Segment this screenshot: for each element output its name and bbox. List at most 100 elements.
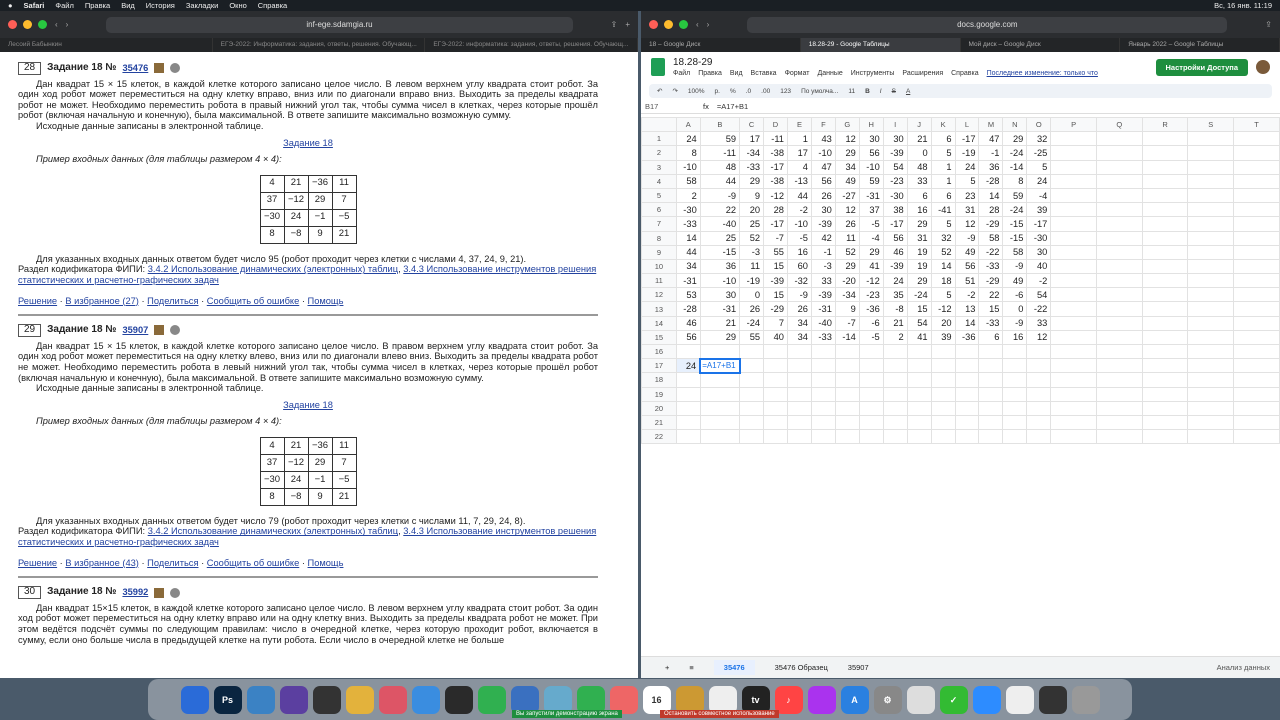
cell[interactable] bbox=[810, 372, 836, 388]
cell[interactable]: 14 bbox=[930, 258, 956, 275]
cell[interactable]: -33 bbox=[739, 159, 765, 175]
minimize-button[interactable] bbox=[23, 20, 32, 29]
cell[interactable] bbox=[1050, 202, 1097, 218]
cell[interactable]: 29 bbox=[858, 244, 884, 260]
cell[interactable]: 17 bbox=[739, 131, 765, 147]
cell[interactable]: 59 bbox=[1002, 187, 1028, 204]
column-header[interactable]: B bbox=[699, 116, 741, 133]
codifier-link[interactable]: 3.4.2 Использование динамических (электр… bbox=[148, 264, 398, 274]
cell[interactable] bbox=[882, 372, 908, 388]
cell[interactable]: 40 bbox=[1026, 258, 1052, 275]
cell[interactable]: -34 bbox=[834, 287, 860, 303]
menu-view[interactable]: Вид bbox=[730, 70, 743, 77]
column-header[interactable]: I bbox=[882, 116, 908, 133]
cell[interactable] bbox=[1233, 273, 1280, 289]
cell[interactable]: 1 bbox=[786, 131, 812, 147]
cell[interactable]: 30 bbox=[858, 131, 884, 147]
cell[interactable] bbox=[1095, 145, 1143, 161]
row-header[interactable]: 8 bbox=[641, 230, 677, 246]
cell[interactable]: -19 bbox=[739, 273, 765, 289]
row-header[interactable]: 10 bbox=[641, 258, 677, 275]
cell[interactable] bbox=[1233, 343, 1280, 360]
safari-icon[interactable] bbox=[246, 685, 275, 714]
name-box[interactable]: B17 bbox=[645, 102, 695, 111]
cell[interactable] bbox=[1187, 429, 1235, 445]
cell[interactable] bbox=[1095, 273, 1143, 289]
cell[interactable]: 30 bbox=[882, 131, 908, 147]
column-header[interactable]: J bbox=[906, 116, 932, 133]
cell[interactable] bbox=[1187, 187, 1235, 204]
cell[interactable]: -28 bbox=[675, 301, 701, 317]
cell[interactable] bbox=[1050, 315, 1097, 331]
cell[interactable]: 33 bbox=[810, 273, 836, 289]
column-header[interactable]: S bbox=[1187, 116, 1235, 133]
cell[interactable]: -20 bbox=[834, 273, 860, 289]
document-icon[interactable] bbox=[1005, 685, 1034, 714]
cell[interactable]: 20 bbox=[930, 315, 956, 331]
file-link[interactable]: Задание 18 bbox=[283, 400, 333, 410]
menu-item[interactable]: Вид bbox=[121, 1, 135, 10]
cell[interactable]: -6 bbox=[858, 315, 884, 331]
cell[interactable] bbox=[1095, 343, 1143, 360]
zoom-select[interactable]: 100% bbox=[688, 88, 705, 95]
cell[interactable]: 24 bbox=[954, 159, 980, 175]
cell[interactable]: -31 bbox=[699, 301, 741, 317]
cell[interactable]: 22 bbox=[978, 287, 1004, 303]
cell[interactable]: 9 bbox=[834, 301, 860, 317]
cell[interactable]: 22 bbox=[699, 202, 741, 218]
app-icon[interactable] bbox=[279, 685, 308, 714]
cell[interactable]: 30 bbox=[810, 202, 836, 218]
share-icon[interactable]: ⇪ bbox=[611, 20, 618, 29]
cell[interactable] bbox=[1233, 145, 1280, 161]
cell[interactable]: -24 bbox=[906, 287, 932, 303]
cell[interactable] bbox=[930, 414, 956, 431]
cell[interactable] bbox=[1050, 301, 1097, 317]
cell[interactable] bbox=[1050, 273, 1097, 289]
cell[interactable]: 60 bbox=[786, 258, 812, 275]
cell[interactable]: -17 bbox=[763, 159, 788, 175]
cell[interactable] bbox=[834, 372, 860, 388]
cell[interactable]: -39 bbox=[810, 287, 836, 303]
cell[interactable]: 17 bbox=[786, 145, 812, 161]
cell[interactable] bbox=[1050, 230, 1097, 246]
cell[interactable]: -23 bbox=[882, 173, 908, 189]
cell[interactable] bbox=[1050, 400, 1097, 416]
cell[interactable] bbox=[1026, 358, 1052, 374]
close-button[interactable] bbox=[649, 20, 658, 29]
spreadsheet-grid[interactable]: A B C D E F G H I J K L M N O P Q R S T 1 24 59 17 -11 1 43 12 30 30 2… bbox=[641, 116, 1280, 445]
cell[interactable] bbox=[930, 429, 956, 445]
cell[interactable] bbox=[930, 386, 956, 402]
forward-icon[interactable]: › bbox=[707, 20, 710, 29]
cell[interactable]: -24 bbox=[1002, 145, 1028, 161]
cell[interactable]: -19 bbox=[954, 145, 980, 161]
cell[interactable] bbox=[1187, 131, 1235, 147]
row-header[interactable]: 3 bbox=[641, 159, 677, 175]
cell[interactable]: 31 bbox=[954, 202, 980, 218]
cell[interactable] bbox=[763, 358, 788, 374]
cell[interactable] bbox=[834, 386, 860, 402]
address-bar[interactable]: inf-ege.sdamgia.ru bbox=[106, 16, 573, 33]
cell[interactable] bbox=[763, 429, 788, 445]
cell[interactable] bbox=[1233, 202, 1280, 218]
cell[interactable]: -3 bbox=[739, 244, 765, 260]
cell[interactable]: 34 bbox=[786, 329, 812, 346]
help-link[interactable]: Помощь bbox=[308, 296, 344, 306]
cell[interactable] bbox=[786, 414, 812, 431]
cell[interactable] bbox=[739, 386, 765, 402]
cell[interactable]: -12 bbox=[763, 187, 788, 204]
cell[interactable]: 52 bbox=[930, 244, 956, 260]
trash-icon[interactable] bbox=[1071, 685, 1100, 714]
cell[interactable]: 25 bbox=[739, 216, 765, 232]
cell[interactable] bbox=[810, 414, 836, 431]
cell[interactable]: -29 bbox=[978, 273, 1004, 289]
cell[interactable]: -17 bbox=[954, 131, 980, 147]
cell[interactable]: 52 bbox=[739, 230, 765, 246]
cell[interactable] bbox=[906, 400, 932, 416]
cell[interactable]: 25 bbox=[699, 230, 741, 246]
row-header[interactable]: 18 bbox=[641, 372, 677, 388]
cell[interactable] bbox=[834, 358, 860, 374]
cell[interactable]: 12 bbox=[834, 202, 860, 218]
cell[interactable]: -17 bbox=[882, 216, 908, 232]
cell[interactable]: 20 bbox=[739, 202, 765, 218]
cell[interactable] bbox=[834, 343, 860, 360]
